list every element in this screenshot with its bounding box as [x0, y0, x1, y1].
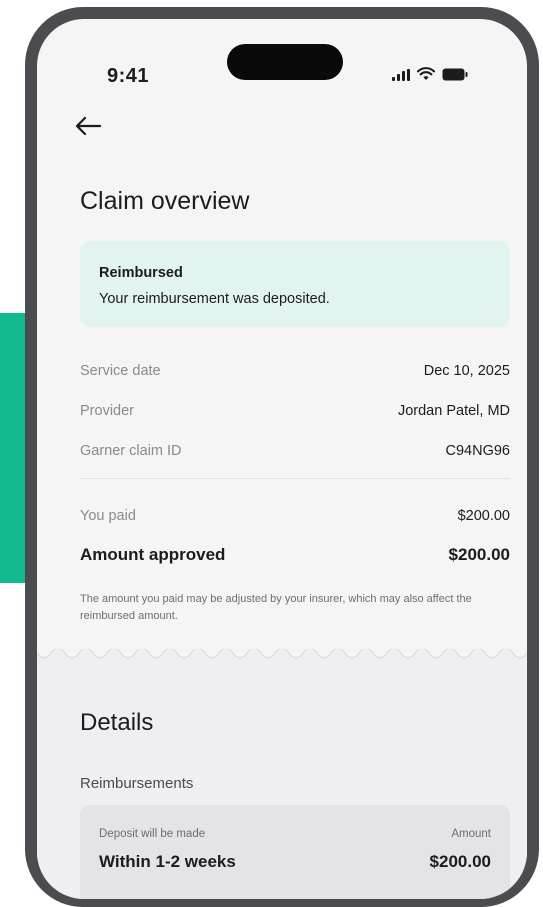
back-arrow-icon[interactable]: [74, 115, 102, 137]
info-row-service-date: Service date Dec 10, 2025: [80, 363, 510, 379]
status-icons: [392, 65, 468, 81]
you-paid-value: $200.00: [457, 508, 510, 524]
wifi-icon: [417, 67, 435, 81]
info-value: Jordan Patel, MD: [397, 403, 510, 419]
status-card-message: Your reimbursement was deposited.: [99, 291, 330, 307]
receipt-edge: [37, 649, 527, 663]
cellular-signal-icon: [392, 69, 410, 81]
you-paid-label: You paid: [80, 508, 136, 524]
you-paid-row: You paid $200.00: [80, 508, 510, 524]
details-title: Details: [80, 709, 154, 736]
amount-value: $200.00: [429, 852, 491, 871]
deposit-label: Deposit will be made: [99, 828, 206, 840]
reimbursements-label: Reimbursements: [80, 775, 194, 792]
dynamic-island: [227, 44, 343, 80]
phone-screen: 9:41 Claim overview Reimbursed Your reim…: [37, 19, 527, 899]
status-time: 9:41: [107, 65, 150, 87]
status-card: Reimbursed Your reimbursement was deposi…: [80, 241, 510, 327]
reimbursement-card[interactable]: Deposit will be made Amount Within 1-2 w…: [80, 805, 510, 899]
info-label: Provider: [80, 403, 134, 419]
page-title: Claim overview: [80, 187, 250, 215]
info-value: C94NG96: [445, 443, 510, 459]
amount-approved-value: $200.00: [448, 545, 510, 564]
amount-approved-row: Amount approved $200.00: [80, 545, 510, 565]
amount-approved-label: Amount approved: [80, 545, 226, 564]
status-card-title: Reimbursed: [99, 265, 183, 281]
info-label: Service date: [80, 363, 161, 379]
divider: [80, 478, 510, 479]
amount-label: Amount: [451, 828, 491, 840]
info-row-claim-id: Garner claim ID C94NG96: [80, 443, 510, 459]
info-row-provider: Provider Jordan Patel, MD: [80, 403, 510, 419]
deposit-value: Within 1-2 weeks: [99, 852, 236, 871]
disclaimer-text: The amount you paid may be adjusted by y…: [80, 593, 472, 622]
phone-frame: 9:41 Claim overview Reimbursed Your reim…: [25, 7, 539, 907]
info-label: Garner claim ID: [80, 443, 182, 459]
info-value: Dec 10, 2025: [423, 363, 510, 379]
battery-icon: [442, 68, 468, 81]
